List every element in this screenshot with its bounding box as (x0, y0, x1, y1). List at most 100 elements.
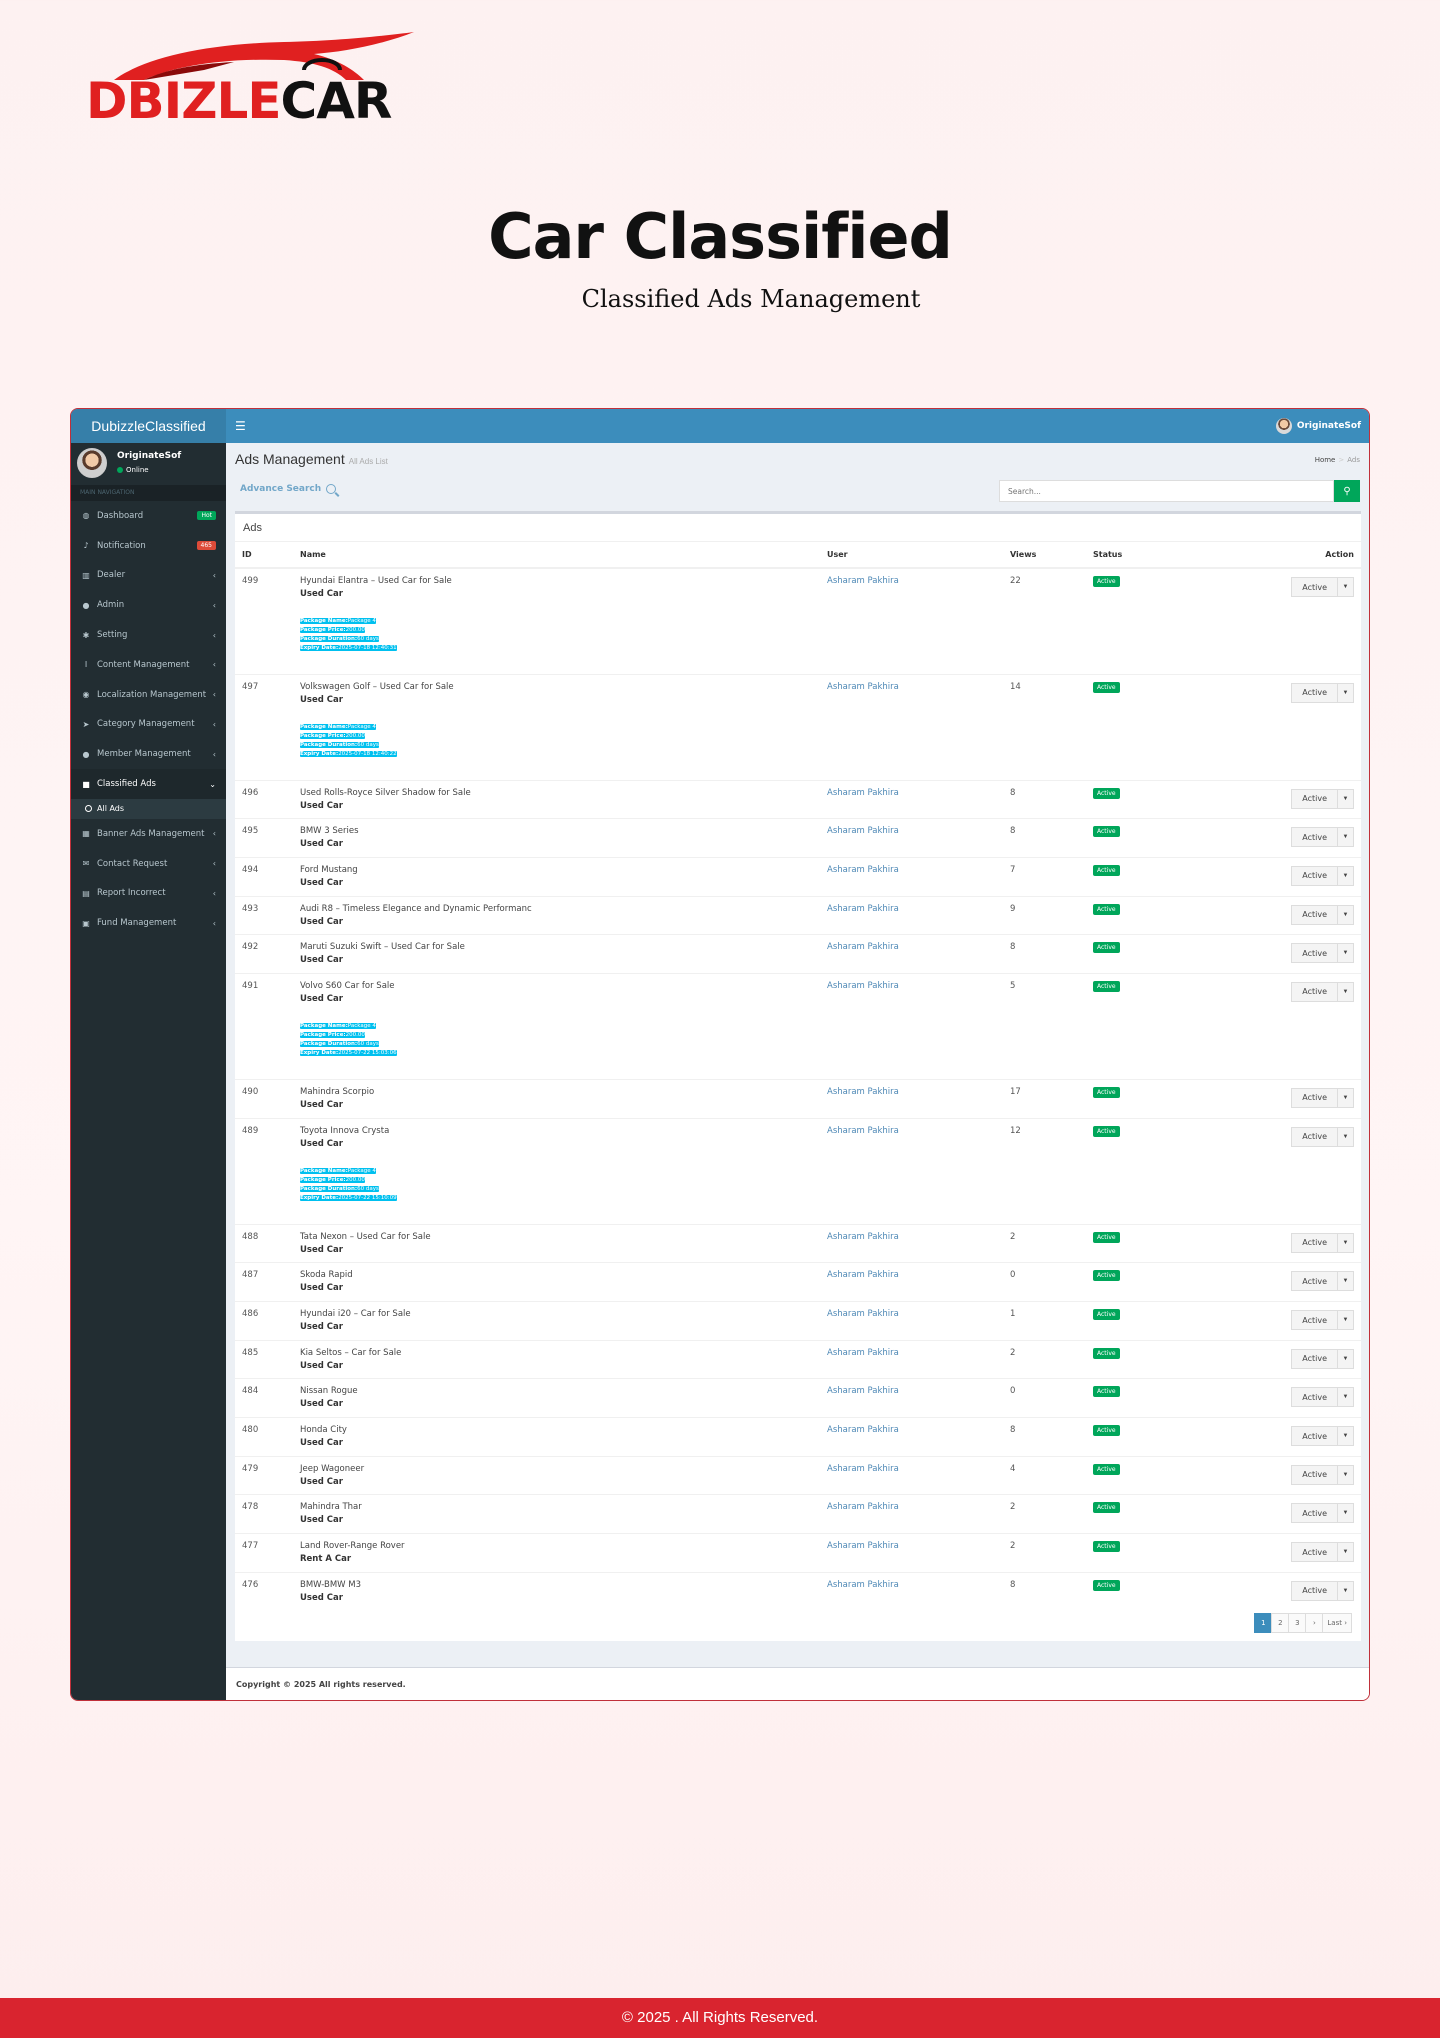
advanced-search-toggle[interactable]: Advance Search (240, 484, 337, 494)
caret-down-icon[interactable]: ▼ (1338, 1087, 1354, 1108)
page-link[interactable]: 1 (1254, 1613, 1273, 1633)
caret-down-icon[interactable]: ▼ (1338, 1310, 1354, 1330)
sidebar-item-setting[interactable]: ✱ Setting ‹ (71, 620, 226, 650)
action-button[interactable]: Active (1291, 865, 1338, 886)
action-button[interactable]: Active (1291, 577, 1338, 597)
action-button[interactable]: Active (1291, 1087, 1338, 1108)
cell-id: 477 (235, 1533, 293, 1573)
user-link[interactable]: Asharam Pakhira (827, 826, 899, 836)
caret-down-icon[interactable]: ▼ (1338, 904, 1354, 925)
caret-down-icon[interactable]: ▼ (1338, 981, 1354, 1002)
caret-down-icon[interactable]: ▼ (1338, 1271, 1354, 1292)
user-link[interactable]: Asharam Pakhira (827, 1425, 899, 1435)
sidebar-item-label: Dealer (97, 570, 126, 581)
user-link[interactable]: Asharam Pakhira (827, 576, 899, 586)
sidebar-item-report-incorrect[interactable]: ▤ Report Incorrect ‹ (71, 879, 226, 909)
sidebar-item-classified-ads[interactable]: ■ Classified Ads ⌄ (71, 769, 226, 799)
action-button[interactable]: Active (1291, 788, 1338, 809)
action-button[interactable]: Active (1291, 1542, 1338, 1563)
user-link[interactable]: Asharam Pakhira (827, 1541, 899, 1551)
action-button[interactable]: Active (1291, 1387, 1338, 1408)
caret-down-icon[interactable]: ▼ (1338, 1426, 1354, 1447)
caret-down-icon[interactable]: ▼ (1338, 1387, 1354, 1408)
sidebar-item-contact-request[interactable]: ✉ Contact Request ‹ (71, 849, 226, 879)
user-icon: ● (82, 600, 90, 610)
pagination: 1 2 3 › Last › (1254, 1613, 1352, 1633)
caret-down-icon[interactable]: ▼ (1338, 1503, 1354, 1524)
action-button[interactable]: Active (1291, 1464, 1338, 1485)
caret-down-icon[interactable]: ▼ (1338, 1542, 1354, 1563)
sidebar-item-content-management[interactable]: I Content Management ‹ (71, 650, 226, 680)
caret-down-icon[interactable]: ▼ (1338, 943, 1354, 964)
user-link[interactable]: Asharam Pakhira (827, 1580, 899, 1590)
page-link[interactable]: › (1305, 1613, 1324, 1633)
page-link[interactable]: 3 (1288, 1613, 1307, 1633)
site-footer: © 2025 . All Rights Reserved. (0, 1998, 1440, 2038)
table-row: 479 Jeep Wagoneer Used Car Asharam Pakhira 4… (235, 1455, 1361, 1495)
caret-down-icon[interactable]: ▼ (1338, 827, 1354, 848)
action-button[interactable]: Active (1291, 1232, 1338, 1253)
user-link[interactable]: Asharam Pakhira (827, 904, 899, 914)
user-link[interactable]: Asharam Pakhira (827, 1464, 899, 1474)
breadcrumb-home[interactable]: Home (1315, 456, 1336, 464)
user-link[interactable]: Asharam Pakhira (827, 1087, 899, 1097)
sidebar-item-notification[interactable]: ♪ Notification 465 (71, 531, 226, 561)
caret-down-icon[interactable]: ▼ (1338, 788, 1354, 809)
action-button[interactable]: Active (1291, 943, 1338, 964)
user-link[interactable]: Asharam Pakhira (827, 865, 899, 875)
action-button[interactable]: Active (1291, 1426, 1338, 1447)
caret-down-icon[interactable]: ▼ (1338, 1464, 1354, 1485)
sidebar-item-banner-ads-management[interactable]: ▦ Banner Ads Management ‹ (71, 819, 226, 849)
sidebar-item-localization-management[interactable]: ◉ Localization Management ‹ (71, 680, 226, 710)
user-link[interactable]: Asharam Pakhira (827, 1502, 899, 1512)
sidebar-toggle-icon[interactable]: ☰ (235, 409, 246, 443)
sidebar-item-dashboard[interactable]: ◍ Dashboard Hot (71, 501, 226, 531)
page-link[interactable]: Last › (1322, 1613, 1352, 1633)
caret-down-icon[interactable]: ▼ (1338, 682, 1354, 703)
search-input[interactable] (999, 480, 1334, 502)
user-link[interactable]: Asharam Pakhira (827, 1309, 899, 1319)
brand-logo[interactable]: DubizzleClassified (71, 409, 226, 443)
caret-down-icon[interactable]: ▼ (1338, 1232, 1354, 1253)
action-button[interactable]: Active (1291, 1271, 1338, 1292)
caret-down-icon[interactable]: ▼ (1338, 577, 1354, 597)
breadcrumb: Home > Ads (1314, 456, 1360, 464)
user-link[interactable]: Asharam Pakhira (827, 1270, 899, 1280)
user-link[interactable]: Asharam Pakhira (827, 1126, 899, 1136)
action-button[interactable]: Active (1291, 904, 1338, 925)
action-button[interactable]: Active (1291, 1503, 1338, 1524)
action-button[interactable]: Active (1291, 981, 1338, 1002)
caret-down-icon[interactable]: ▼ (1338, 865, 1354, 886)
chevron-left-icon: ‹ (212, 719, 216, 729)
ad-category: Used Car (300, 589, 343, 599)
action-button[interactable]: Active (1291, 1310, 1338, 1330)
action-button[interactable]: Active (1291, 1348, 1338, 1369)
user-link[interactable]: Asharam Pakhira (827, 1386, 899, 1396)
caret-down-icon[interactable]: ▼ (1338, 1348, 1354, 1369)
user-link[interactable]: Asharam Pakhira (827, 682, 899, 692)
sidebar-item-fund-management[interactable]: ▣ Fund Management ‹ (71, 908, 226, 938)
pointer-icon: ➤ (82, 719, 90, 729)
sidebar-item-dealer[interactable]: ▥ Dealer ‹ (71, 561, 226, 591)
user-link[interactable]: Asharam Pakhira (827, 1348, 899, 1358)
action-button[interactable]: Active (1291, 682, 1338, 703)
package-name-label: Package Name: Package 4 (300, 618, 376, 624)
package-name-label: Package Name: Package 4 (300, 1022, 376, 1029)
user-link[interactable]: Asharam Pakhira (827, 981, 899, 991)
action-button[interactable]: Active (1291, 1126, 1338, 1147)
sidebar-item-member-management[interactable]: ● Member Management ‹ (71, 739, 226, 769)
package-price-label: Package Price: 200.00 (300, 627, 365, 633)
sidebar-subitem-all-ads[interactable]: All Ads (71, 798, 226, 819)
caret-down-icon[interactable]: ▼ (1338, 1126, 1354, 1147)
page-link[interactable]: 2 (1271, 1613, 1290, 1633)
caret-down-icon[interactable]: ▼ (1338, 1580, 1354, 1601)
user-link[interactable]: Asharam Pakhira (827, 942, 899, 952)
action-button[interactable]: Active (1291, 827, 1338, 848)
sidebar-item-admin[interactable]: ● Admin ‹ (71, 590, 226, 620)
user-link[interactable]: Asharam Pakhira (827, 788, 899, 798)
user-menu[interactable]: OriginateSof (1275, 409, 1361, 443)
user-link[interactable]: Asharam Pakhira (827, 1232, 899, 1242)
action-button[interactable]: Active (1291, 1580, 1338, 1601)
sidebar-item-category-management[interactable]: ➤ Category Management ‹ (71, 710, 226, 740)
search-button[interactable]: ⚲ (1334, 480, 1360, 502)
